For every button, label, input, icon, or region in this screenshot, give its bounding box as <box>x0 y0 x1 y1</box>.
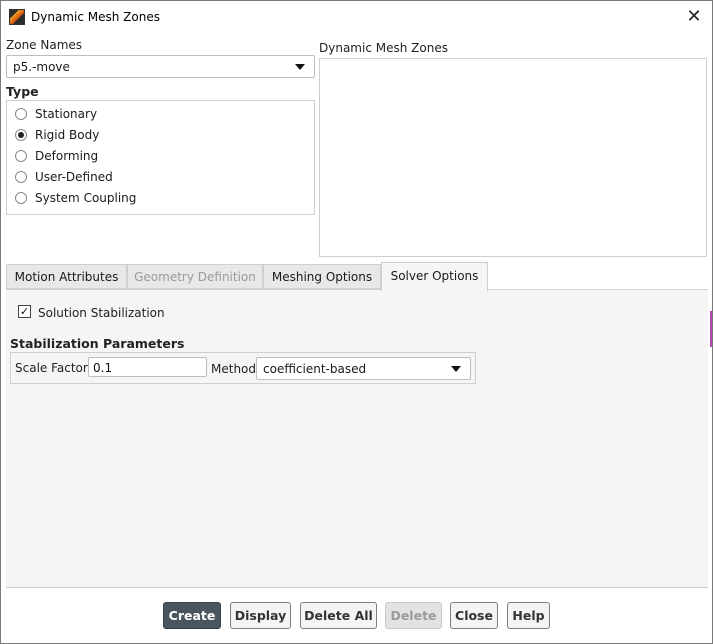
radio-button[interactable] <box>15 171 27 183</box>
zone-names-dropdown[interactable]: p5.-move <box>6 55 315 78</box>
fluent-app-icon <box>9 9 25 25</box>
method-value: coefficient-based <box>263 362 367 376</box>
type-radio-group: Stationary Rigid Body Deforming User-Def… <box>6 100 315 215</box>
tab-solver-options[interactable]: Solver Options <box>381 262 488 291</box>
help-button[interactable]: Help <box>507 602 550 629</box>
delete-button[interactable]: Delete <box>385 602 442 629</box>
scale-factor-label: Scale Factor <box>15 361 88 375</box>
window-title: Dynamic Mesh Zones <box>31 10 160 24</box>
zone-names-label: Zone Names <box>6 38 83 52</box>
tab-meshing-options[interactable]: Meshing Options <box>263 264 381 289</box>
close-icon[interactable]: ✕ <box>682 5 706 29</box>
delete-all-button[interactable]: Delete All <box>300 602 377 629</box>
radio-label: Stationary <box>35 107 98 121</box>
radio-label: System Coupling <box>35 191 137 205</box>
radio-label: Rigid Body <box>35 128 100 142</box>
dynamic-mesh-zones-dialog: Dynamic Mesh Zones ✕ Zone Names p5.-move… <box>0 0 713 644</box>
stabilization-parameters-label: Stabilization Parameters <box>10 336 185 351</box>
zone-names-value: p5.-move <box>13 60 70 74</box>
radio-button[interactable] <box>15 192 27 204</box>
display-button[interactable]: Display <box>230 602 291 629</box>
stabilization-parameters-group: Scale Factor 0.1 Method coefficient-base… <box>10 352 476 384</box>
chevron-down-icon <box>295 64 305 70</box>
close-button[interactable]: Close <box>450 602 498 629</box>
chevron-down-icon <box>451 366 461 372</box>
title-bar[interactable]: Dynamic Mesh Zones ✕ <box>1 1 712 33</box>
method-dropdown[interactable]: coefficient-based <box>256 357 471 380</box>
solver-options-panel: ✓ Solution Stabilization Stabilization P… <box>6 289 708 587</box>
radio-button[interactable] <box>15 150 27 162</box>
type-label: Type <box>6 84 39 99</box>
dynamic-mesh-zones-list[interactable] <box>319 58 707 257</box>
radio-button[interactable] <box>15 129 27 141</box>
radio-button[interactable] <box>15 108 27 120</box>
tab-geometry-definition[interactable]: Geometry Definition <box>127 264 263 289</box>
create-button[interactable]: Create <box>163 602 221 629</box>
solution-stabilization-checkbox[interactable]: ✓ <box>18 305 31 318</box>
radio-label: Deforming <box>35 149 99 163</box>
dynamic-mesh-zones-label: Dynamic Mesh Zones <box>319 41 448 55</box>
solution-stabilization-label: Solution Stabilization <box>38 306 165 320</box>
footer-divider <box>6 587 708 588</box>
method-label: Method <box>211 362 257 376</box>
radio-label: User-Defined <box>35 170 113 184</box>
tab-motion-attributes[interactable]: Motion Attributes <box>6 264 127 289</box>
scale-factor-input[interactable]: 0.1 <box>88 357 207 377</box>
dialog-body: Zone Names p5.-move Dynamic Mesh Zones T… <box>1 33 712 643</box>
